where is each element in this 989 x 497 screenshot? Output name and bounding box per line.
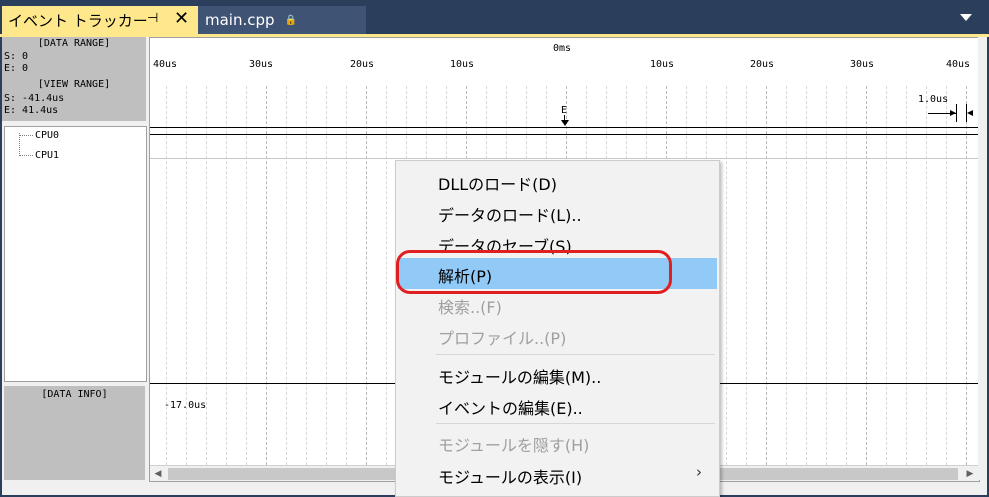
tab-event-tracker-label: イベント トラッカー [8, 11, 148, 30]
grid-line [846, 86, 847, 465]
vertical-scroll-strip [978, 37, 987, 480]
scale-label: 1.0us [918, 94, 949, 105]
tree-connector [19, 133, 20, 156]
scale-arrow-left-icon [967, 110, 973, 116]
tick-label: 20us [750, 59, 775, 70]
menu-item-label: DLLのロード(D) [438, 175, 557, 194]
menu-item-profile[interactable]: プロファイル..(P) [396, 320, 719, 351]
submenu-chevron-right-icon: › [696, 463, 702, 481]
cursor-time-label: -17.0us [164, 400, 207, 411]
menu-item-edit-event[interactable]: イベントの編集(E).. [396, 390, 719, 421]
menu-item-hide-module[interactable]: モジュールを隠す(H) [396, 427, 719, 458]
menu-separator [436, 423, 715, 424]
document-tab-bar: イベント トラッカー ⊣ ✕ main.cpp 🔒 [0, 0, 989, 34]
context-menu: DLLのロード(D) データのロード(L).. データのセーブ(S).. 解析(… [395, 160, 720, 497]
grid-line [866, 86, 867, 465]
menu-item-label: モジュールの表示(I) [438, 468, 583, 487]
grid-line [786, 86, 787, 465]
menu-item-show-module[interactable]: モジュールの表示(I) › [396, 459, 719, 490]
menu-item-label: モジュールを隠す(H) [438, 436, 590, 455]
data-info-title: [DATA INFO] [41, 389, 108, 400]
grid-line [906, 86, 907, 465]
menu-item-label: データのロード(L).. [438, 206, 582, 225]
view-range-start: S: -41.4us [4, 93, 65, 104]
pin-icon[interactable]: ⊣ [147, 11, 158, 26]
event-marker-arrow-icon [561, 120, 569, 126]
grid-line [306, 86, 307, 465]
data-range-start: S: 0 [4, 51, 29, 62]
grid-line [726, 86, 727, 465]
scale-tick [956, 104, 957, 122]
annotation-highlight-box [396, 250, 672, 294]
tree-item-cpu0[interactable]: CPU0 [35, 130, 59, 141]
close-icon[interactable]: ✕ [174, 8, 189, 29]
grid-line [766, 86, 767, 465]
tree-item-cpu1[interactable]: CPU1 [35, 150, 59, 161]
grid-line [246, 86, 247, 465]
menu-item-label: モジュールの編集(M).. [438, 368, 602, 387]
grid-line [386, 86, 387, 465]
grid-line [266, 86, 267, 465]
view-range-title: [VIEW RANGE] [37, 79, 111, 90]
menu-item-label: プロファイル..(P) [438, 329, 567, 348]
menu-item-label: 検索..(F) [438, 298, 502, 317]
grid-line [346, 86, 347, 465]
menu-item-load-data[interactable]: データのロード(L).. [396, 197, 719, 228]
tick-label: 40us [946, 59, 971, 70]
view-range-end: E: 41.4us [4, 105, 59, 116]
grid-line [926, 86, 927, 465]
grid-line [746, 86, 747, 465]
tick-label: 10us [650, 59, 675, 70]
grid-line [326, 86, 327, 465]
data-range-end: E: 0 [4, 63, 29, 74]
tree-connector [19, 135, 33, 136]
track-top-line [150, 127, 979, 128]
menu-item-label: イベントの編集(E).. [438, 399, 583, 418]
tab-event-tracker[interactable]: イベント トラッカー ⊣ ✕ [2, 6, 198, 34]
grid-line [946, 86, 947, 465]
tick-label: 30us [850, 59, 875, 70]
lock-icon: 🔒 [284, 14, 297, 26]
tab-main-cpp-label: main.cpp [205, 11, 275, 29]
track-cpu1-line [150, 158, 979, 159]
tab-overflow-dropdown-icon[interactable] [960, 14, 972, 21]
timeline-center-label: 0ms [553, 43, 572, 54]
grid-line [226, 86, 227, 465]
track-cpu0-line [150, 134, 979, 135]
scroll-right-icon[interactable]: ▶ [962, 466, 978, 481]
module-tree: CPU0 CPU1 [4, 126, 147, 382]
grid-line [806, 86, 807, 465]
menu-item-edit-module[interactable]: モジュールの編集(M).. [396, 359, 719, 390]
grid-line [966, 86, 967, 465]
tree-connector [19, 155, 33, 156]
grid-line [886, 86, 887, 465]
grid-line [286, 86, 287, 465]
tab-main-cpp[interactable]: main.cpp 🔒 [198, 6, 366, 34]
tick-label: 20us [350, 59, 375, 70]
menu-separator [436, 354, 715, 355]
grid-line [366, 86, 367, 465]
scroll-left-icon[interactable]: ◀ [150, 466, 166, 481]
menu-item-load-dll[interactable]: DLLのロード(D) [396, 166, 719, 197]
range-info-panel: [DATA RANGE] S: 0 E: 0 [VIEW RANGE] S: -… [2, 37, 146, 121]
data-range-title: [DATA RANGE] [37, 38, 111, 49]
grid-line [826, 86, 827, 465]
tick-label: 40us [153, 59, 178, 70]
tick-label: 10us [450, 59, 475, 70]
tick-label: 30us [249, 59, 274, 70]
data-info-panel: [DATA INFO] [4, 386, 145, 480]
